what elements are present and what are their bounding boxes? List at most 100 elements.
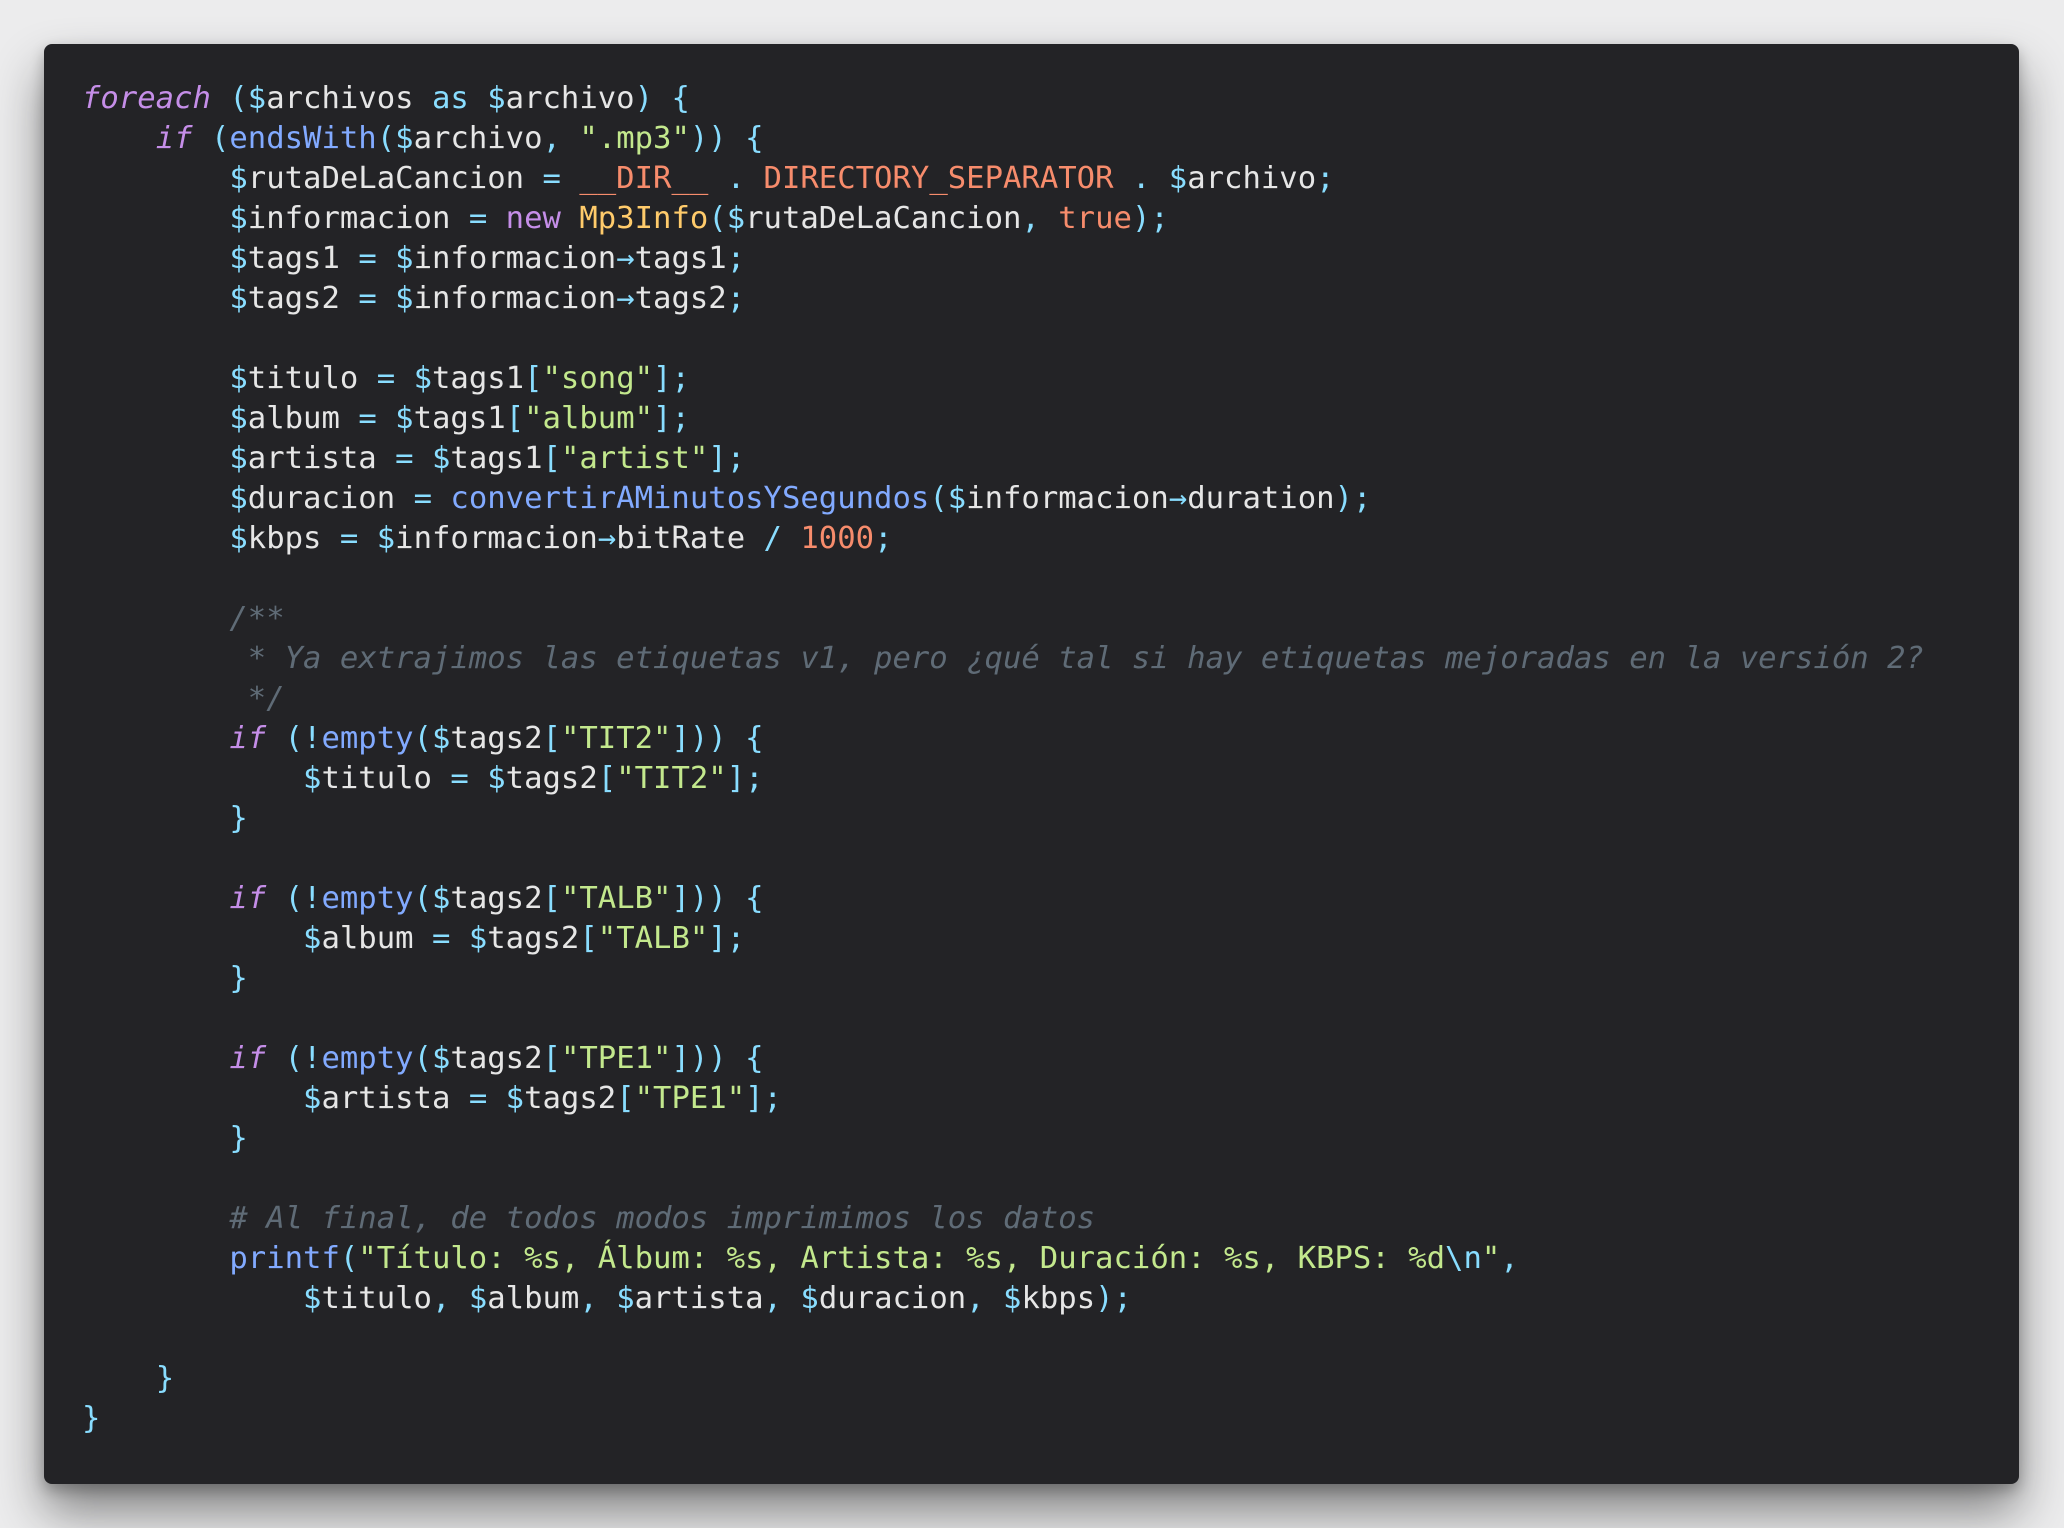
code-token-dollar: $ (947, 481, 967, 516)
code-token-comment: * Ya extrajimos las etiquetas v1, pero ¿… (247, 641, 1924, 676)
code-token-var: archivos (266, 81, 414, 116)
code-token-punct: , (1021, 201, 1040, 236)
code-token-punct: ( (284, 1041, 304, 1076)
code-line: if (endsWith($archivo, ".mp3")) { (82, 119, 1924, 159)
code-token-var: album (487, 1281, 580, 1316)
code-line: foreach ($archivos as $archivo) { (82, 79, 1924, 119)
code-token-punct: ( (929, 481, 948, 516)
code-token-punct: [ (542, 881, 561, 916)
code-token-punct: [ (524, 361, 543, 396)
code-token-var: tags2 (450, 721, 543, 756)
code-token-dollar: $ (303, 761, 322, 796)
code-token-dollar: $ (303, 1281, 322, 1316)
code-token-punct: } (229, 961, 248, 996)
code-token-string: "TIT2" (616, 761, 727, 796)
code-token-punct: , (579, 1281, 598, 1316)
code-token-var: archivo (413, 121, 543, 156)
code-token-punct: ]; (708, 441, 746, 476)
code-token-func: endsWith (229, 121, 377, 156)
code-token-comment: # Al final, de todos modos imprimimos lo… (229, 1201, 1096, 1236)
code-token-operator: = (431, 921, 451, 956)
code-token-dollar: $ (1168, 161, 1188, 196)
code-token-var: album (247, 401, 340, 436)
code-line: $titulo, $album, $artista, $duracion, $k… (82, 1279, 1924, 1319)
code-token-dollar: $ (487, 761, 506, 796)
code-token-keyword: if (229, 721, 267, 756)
code-token-punct: ( (339, 1241, 359, 1276)
code-editor-window: foreach ($archivos as $archivo) { if (en… (44, 44, 2019, 1484)
code-token-dollar: $ (395, 121, 414, 156)
code-line: if (!empty($tags2["TALB"])) { (82, 879, 1924, 919)
code-token-var: titulo (321, 761, 432, 796)
code-token-operator: as (431, 81, 469, 116)
code-line: $informacion = new Mp3Info($rutaDeLaCanc… (82, 199, 1924, 239)
code-token-var: duracion (818, 1281, 967, 1316)
code-token-punct: ( (708, 201, 727, 236)
code-token-punct: ; (1316, 161, 1335, 196)
code-line: # Al final, de todos modos imprimimos lo… (82, 1199, 1924, 1239)
code-token-var: artista (247, 441, 377, 476)
code-token-punct: ( (376, 121, 396, 156)
code-token-operator: → (616, 241, 635, 276)
code-token-string: "TPE1" (560, 1041, 672, 1076)
code-line: $duracion = convertirAMinutosYSegundos($… (82, 479, 1924, 519)
code-token-var: tags2 (487, 921, 580, 956)
code-token-punct: } (82, 1401, 101, 1436)
code-token-dollar: $ (413, 361, 432, 396)
code-line: } (82, 799, 1924, 839)
code-token-punct: ( (284, 721, 304, 756)
code-token-operator: = (395, 441, 414, 476)
code-token-punct: , (966, 1281, 985, 1316)
code-token-punct: ]; (726, 761, 764, 796)
code-token-punct: ]; (653, 361, 690, 396)
code-token-operator: → (616, 281, 635, 316)
code-line: } (82, 959, 1924, 999)
code-token-punct: [ (579, 921, 598, 956)
code-token-punct: [ (616, 1081, 635, 1116)
code-token-keyword: if (155, 121, 193, 156)
code-token-var: rutaDeLaCancion (745, 201, 1022, 236)
code-token-operator: = (450, 761, 469, 796)
code-token-punct: [ (542, 1041, 561, 1076)
code-token-func: empty (321, 1041, 414, 1076)
code-token-punct: } (229, 801, 248, 836)
code-token-comment: /** (229, 601, 285, 636)
code-line: $kbps = $informacion→bitRate / 1000; (82, 519, 1924, 559)
code-token-escape: \n (1445, 1241, 1482, 1276)
code-token-punct: [ (597, 761, 617, 796)
code-token-var: tags1 (431, 361, 525, 396)
code-token-punct: , (431, 1281, 451, 1316)
code-token-var: informacion (413, 241, 617, 276)
code-token-punct: , (763, 1281, 782, 1316)
code-token-punct: { (671, 81, 690, 116)
code-line: if (!empty($tags2["TPE1"])) { (82, 1039, 1924, 1079)
code-token-func: convertirAMinutosYSegundos (450, 481, 930, 516)
code-token-dollar: $ (395, 241, 414, 276)
code-block[interactable]: foreach ($archivos as $archivo) { if (en… (82, 79, 1924, 1439)
code-token-operator: = (376, 361, 396, 396)
code-token-string: "song" (542, 361, 654, 396)
code-token-punct: ); (1131, 201, 1169, 236)
